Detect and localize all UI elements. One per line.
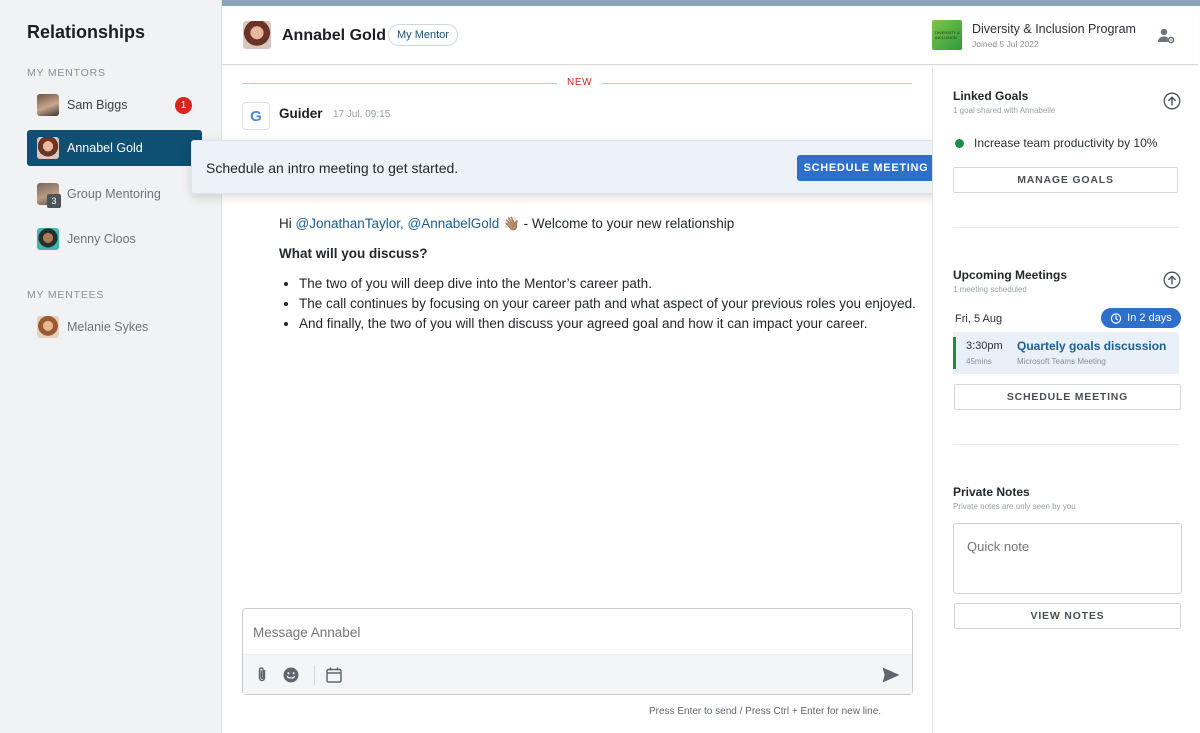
- list-item: The two of you will deep dive into the M…: [299, 274, 919, 294]
- sidebar-item-label: Group Mentoring: [67, 187, 161, 201]
- sidebar-item-label: Annabel Gold: [67, 141, 143, 155]
- list-item: And finally, the two of you will then di…: [299, 314, 919, 334]
- program-title[interactable]: Diversity & Inclusion Program: [972, 22, 1136, 36]
- relationship-name: Annabel Gold: [282, 27, 386, 44]
- program-logo-text: DIVERSITY & INCLUSION: [935, 30, 960, 40]
- wave-emoji: 👋🏽: [503, 216, 520, 231]
- meeting-duration: 45mins: [966, 357, 992, 366]
- composer-toolbar: [243, 654, 912, 694]
- list-item: The call continues by focusing on your c…: [299, 294, 919, 314]
- meeting-time: 3:30pm: [966, 340, 1003, 352]
- composer-hint: Press Enter to send / Press Ctrl + Enter…: [649, 706, 882, 717]
- avatar: [37, 228, 59, 250]
- program-logo: DIVERSITY & INCLUSION: [932, 20, 962, 50]
- sidebar-title: Relationships: [27, 22, 146, 42]
- toast-message: Schedule an intro meeting to get started…: [206, 160, 459, 176]
- guider-logo-icon: G: [242, 102, 270, 130]
- group-count-badge: 3: [47, 194, 61, 208]
- user-settings-icon[interactable]: [1156, 26, 1176, 46]
- sidebar-item-label: Melanie Sykes: [67, 320, 149, 334]
- section-label-mentors: MY MENTORS: [27, 67, 106, 79]
- timer-icon: [1110, 313, 1122, 324]
- mention-jonathan[interactable]: @JonathanTaylor,: [296, 216, 404, 231]
- quick-note-input[interactable]: [967, 539, 1167, 579]
- upload-goals-icon[interactable]: [1163, 92, 1181, 110]
- sidebar-item-annabel-gold[interactable]: Annabel Gold: [27, 130, 202, 166]
- program-joined: Joined 5 Jul 2022: [972, 39, 1039, 49]
- goal-item[interactable]: Increase team productivity by 10%: [974, 136, 1157, 150]
- new-messages-label: NEW: [557, 77, 603, 88]
- countdown-text: In 2 days: [1127, 312, 1172, 324]
- right-panel: Linked Goals 1 goal shared with Annabell…: [932, 66, 1198, 733]
- manage-goals-button[interactable]: MANAGE GOALS: [953, 167, 1178, 193]
- message-greeting: Hi @JonathanTaylor, @AnnabelGold 👋🏽 - We…: [279, 214, 919, 234]
- sidebar-item-label: Sam Biggs: [67, 98, 128, 112]
- role-pill: My Mentor: [388, 24, 458, 46]
- sidebar: Relationships MY MENTORS Sam Biggs 1 Ann…: [0, 0, 222, 733]
- message-sender: Guider: [279, 106, 323, 121]
- sidebar-item-melanie-sykes[interactable]: Melanie Sykes: [27, 309, 202, 345]
- quick-note-box: [953, 523, 1182, 594]
- schedule-meeting-button[interactable]: SCHEDULE MEETING: [954, 384, 1181, 410]
- header-avatar: [243, 21, 271, 49]
- message-heading: What will you discuss?: [279, 246, 428, 261]
- view-notes-button[interactable]: VIEW NOTES: [954, 603, 1181, 629]
- panel-divider: [953, 227, 1179, 228]
- message-composer: [242, 608, 913, 695]
- message-input[interactable]: [253, 625, 853, 640]
- upcoming-meetings-title: Upcoming Meetings: [953, 268, 1068, 282]
- relationship-header: Annabel Gold My Mentor DIVERSITY & INCLU…: [222, 6, 1198, 65]
- sidebar-item-group-mentoring[interactable]: 3 Group Mentoring: [27, 176, 202, 212]
- greeting-suffix: - Welcome to your new relationship: [519, 216, 735, 231]
- schedule-intro-toast: Schedule an intro meeting to get started…: [191, 140, 949, 194]
- emoji-icon[interactable]: [281, 665, 301, 685]
- sidebar-item-label: Jenny Cloos: [67, 232, 136, 246]
- meeting-card[interactable]: 3:30pm 45mins Quartely goals discussion …: [953, 332, 1179, 374]
- upcoming-meetings-subtitle: 1 meeting scheduled: [953, 285, 1027, 294]
- meeting-countdown-badge: In 2 days: [1101, 308, 1181, 328]
- private-notes-subtitle: Private notes are only seen by you: [953, 502, 1076, 511]
- toolbar-divider: [314, 665, 315, 685]
- upload-meetings-icon[interactable]: [1163, 271, 1181, 289]
- panel-divider: [953, 444, 1179, 445]
- avatar: [37, 316, 59, 338]
- goal-status-dot: [955, 139, 964, 148]
- linked-goals-title: Linked Goals: [953, 89, 1029, 103]
- sidebar-item-sam-biggs[interactable]: Sam Biggs 1: [27, 87, 202, 123]
- sidebar-item-jenny-cloos[interactable]: Jenny Cloos: [27, 221, 202, 257]
- private-notes-title: Private Notes: [953, 485, 1030, 499]
- meeting-title: Quartely goals discussion: [1017, 339, 1167, 353]
- section-label-mentees: MY MENTEES: [27, 289, 105, 301]
- message-bullet-list: The two of you will deep dive into the M…: [279, 274, 919, 334]
- greeting-prefix: Hi: [279, 216, 296, 231]
- send-icon[interactable]: [881, 665, 901, 685]
- toast-schedule-meeting-button[interactable]: SCHEDULE MEETING: [797, 155, 935, 181]
- message-body: Hi @JonathanTaylor, @AnnabelGold 👋🏽 - We…: [279, 214, 919, 334]
- calendar-icon[interactable]: [324, 665, 344, 685]
- message-timestamp: 17 Jul, 09:15: [333, 109, 391, 120]
- linked-goals-subtitle: 1 goal shared with Annabelle: [953, 106, 1056, 115]
- attachment-icon[interactable]: [252, 665, 272, 685]
- meeting-platform: Microsoft Teams Meeting: [1017, 357, 1106, 366]
- avatar: [37, 137, 59, 159]
- meeting-date: Fri, 5 Aug: [955, 313, 1003, 325]
- meeting-status-bar: [953, 337, 956, 369]
- unread-badge: 1: [175, 97, 192, 114]
- avatar: [37, 94, 59, 116]
- group-avatar: 3: [37, 183, 61, 208]
- mention-annabel[interactable]: @AnnabelGold: [408, 216, 500, 231]
